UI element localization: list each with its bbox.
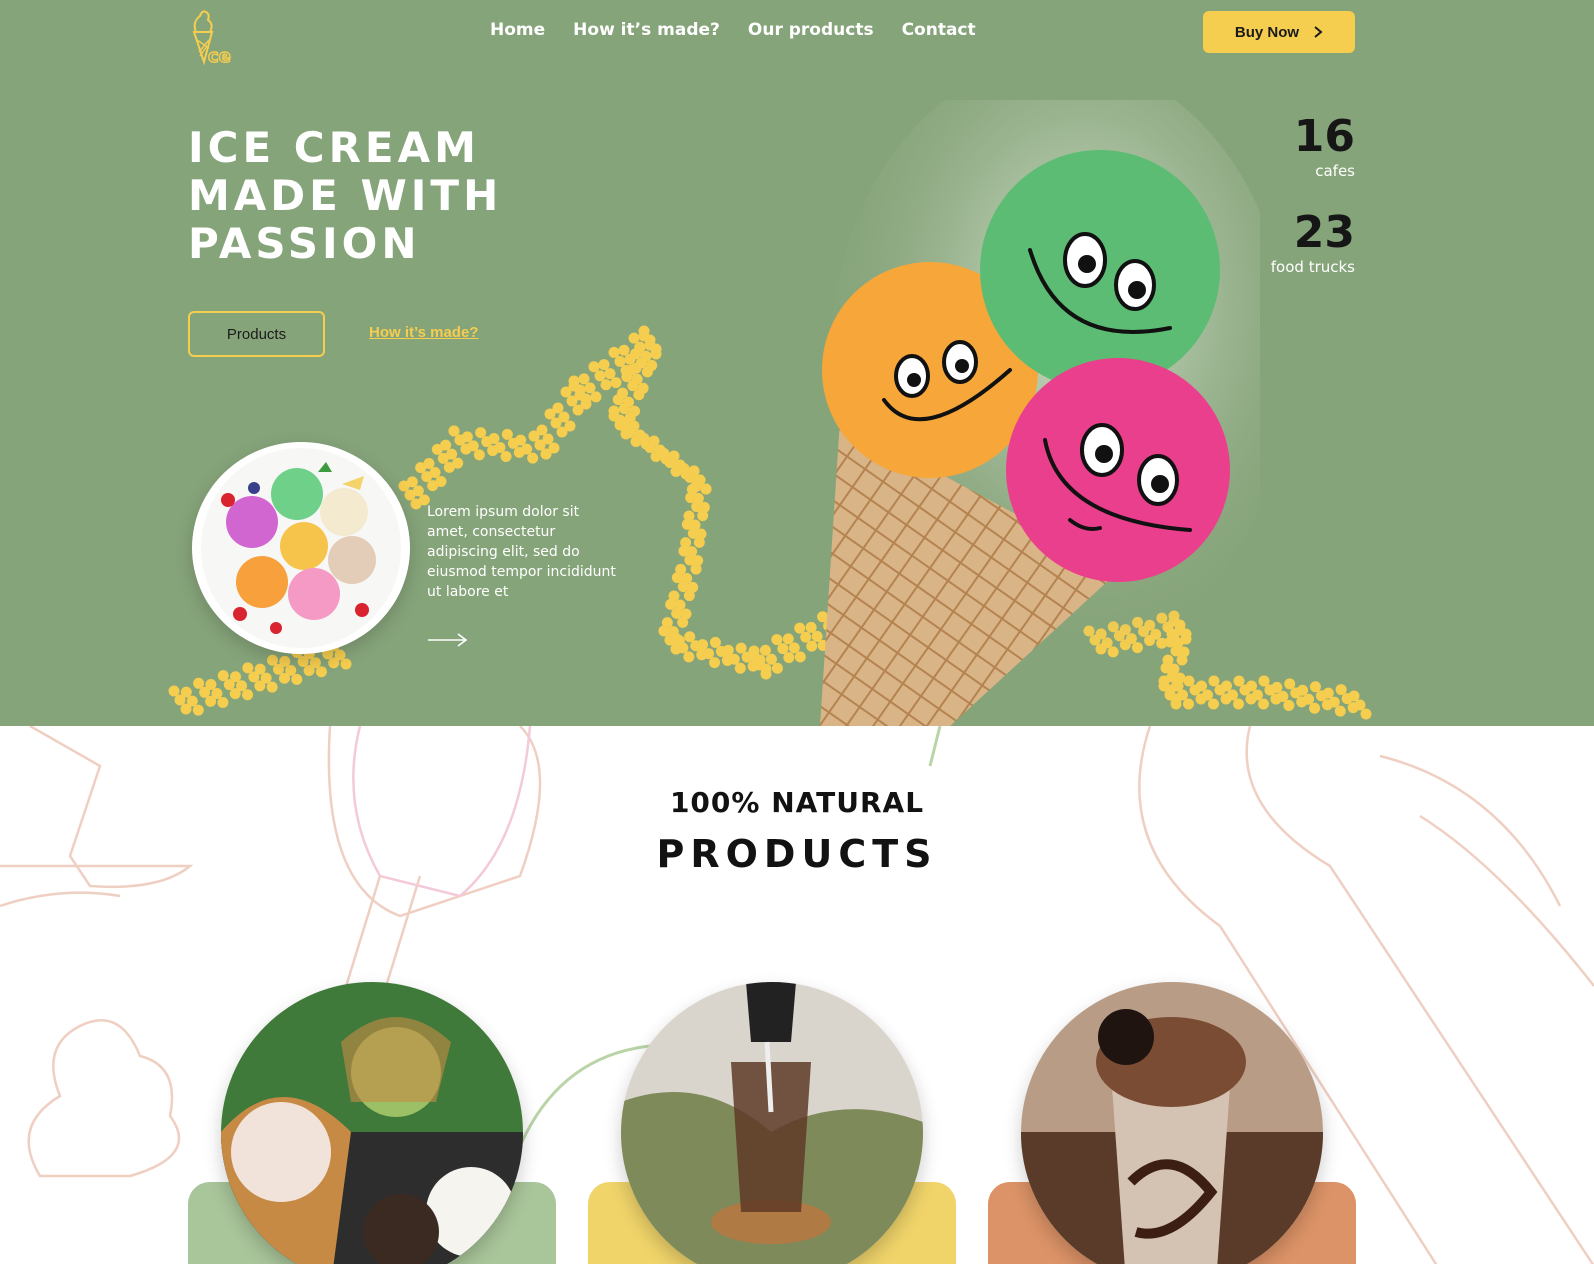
svg-text:ce: ce: [208, 46, 231, 66]
how-its-made-link[interactable]: How it’s made?: [369, 324, 478, 341]
stat-cafes-value: 16: [1293, 111, 1355, 162]
arrow-right-icon[interactable]: [428, 632, 468, 648]
stat-food-trucks-label: food trucks: [1270, 258, 1355, 276]
ice-cream-logo-icon[interactable]: ce: [188, 8, 240, 66]
nav-how-its-made[interactable]: How it’s made?: [573, 20, 720, 40]
product-image-3[interactable]: [1021, 982, 1323, 1264]
ice-cream-cone-image: [820, 100, 1260, 726]
main-nav: Home How it’s made? Our products Contact: [490, 20, 976, 40]
product-image-2[interactable]: [621, 982, 923, 1264]
hero-headline: ICE CREAM MADE WITH PASSION: [188, 124, 608, 268]
buy-now-button[interactable]: Buy Now: [1203, 11, 1355, 53]
stat-cafes: 16 cafes: [1293, 111, 1355, 181]
headline-line-2: MADE WITH: [188, 171, 503, 220]
stat-cafes-label: cafes: [1315, 162, 1355, 180]
buy-now-label: Buy Now: [1234, 23, 1300, 41]
nav-our-products[interactable]: Our products: [748, 20, 874, 40]
stat-food-trucks: 23 food trucks: [1270, 207, 1355, 277]
hero-description: Lorem ipsum dolor sit amet, consectetur …: [427, 504, 616, 600]
section-subtitle: 100% NATURAL: [669, 786, 925, 819]
hero-section: ce Home How it’s made? Our products Cont…: [0, 0, 1594, 726]
products-button[interactable]: Products: [188, 311, 325, 357]
nav-contact[interactable]: Contact: [902, 20, 976, 40]
section-title: PRODUCTS: [656, 832, 938, 876]
headline-line-3: PASSION: [188, 219, 421, 268]
product-image-1[interactable]: [221, 982, 523, 1264]
stat-food-trucks-value: 23: [1293, 207, 1355, 258]
nav-home[interactable]: Home: [490, 20, 545, 40]
headline-line-1: ICE CREAM: [188, 123, 480, 172]
ice-cream-plate-image: [192, 442, 410, 654]
chevron-right-icon: [1314, 26, 1323, 38]
